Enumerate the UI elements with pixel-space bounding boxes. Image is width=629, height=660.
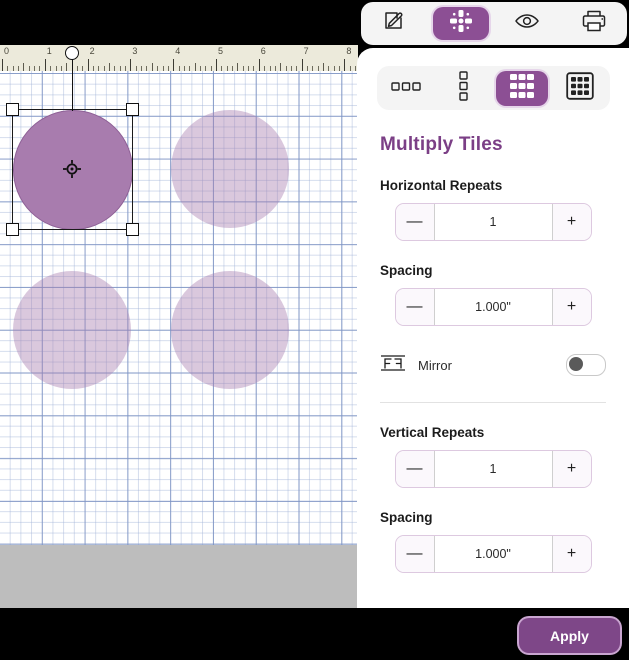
eye-icon xyxy=(514,11,540,36)
ruler-label: 7 xyxy=(303,46,309,56)
preview-tool-button[interactable] xyxy=(499,7,555,40)
horizontal-ruler: 0 1 2 3 4 5 6 7 8 xyxy=(0,45,358,72)
ruler-tick-marks: 0 1 2 3 4 5 6 7 8 xyxy=(0,45,358,71)
mirror-label: Mirror xyxy=(418,357,452,373)
layout-mode-segmented-control xyxy=(376,66,610,110)
transform-tool-button[interactable] xyxy=(432,7,489,40)
ruler-tick xyxy=(323,63,324,71)
ruler-tick xyxy=(301,59,303,71)
panel-title: Multiply Tiles xyxy=(380,134,503,155)
ruler-label: 6 xyxy=(260,46,266,56)
horizontal-repeats-value[interactable]: 1 xyxy=(435,204,552,240)
mirror-toggle[interactable] xyxy=(566,354,606,376)
ruler-tick xyxy=(216,59,217,71)
vertical-spacing-stepper: — 1.000" + xyxy=(394,535,592,573)
horizontal-spacing-stepper: — 1.000" + xyxy=(394,288,592,326)
ruler-tick xyxy=(280,63,282,71)
move-arrows-icon xyxy=(448,8,474,39)
vertical-spacing-value[interactable]: 1.000" xyxy=(435,536,552,572)
row-layout-button[interactable] xyxy=(380,71,432,106)
mirror-row: Mirror xyxy=(380,352,606,378)
pencil-square-icon xyxy=(382,9,406,38)
apply-button[interactable]: Apply xyxy=(519,618,620,653)
vertical-repeats-increment-button[interactable]: + xyxy=(551,451,591,487)
selection-handle-top-right[interactable] xyxy=(126,103,139,116)
vertical-spacing-decrement-button[interactable]: — xyxy=(395,536,435,572)
grid-layout-button[interactable] xyxy=(496,70,549,106)
ruler-tick xyxy=(66,63,68,71)
preview-circle-bottom-left xyxy=(13,271,131,389)
rotation-handle-stem xyxy=(71,57,74,111)
printer-icon xyxy=(581,9,607,38)
multiply-tiles-panel: Multiply Tiles Horizontal Repeats — 1 + … xyxy=(357,48,629,608)
ruler-tick xyxy=(344,59,346,71)
framed-grid-layout-button[interactable] xyxy=(554,71,606,106)
edit-tool-button[interactable] xyxy=(366,7,422,40)
vertical-spacing-label: Spacing xyxy=(380,510,433,525)
ruler-tick xyxy=(173,59,175,71)
ruler-tick xyxy=(44,59,46,71)
horizontal-spacing-decrement-button[interactable]: — xyxy=(395,289,435,325)
grid-nine-framed-icon xyxy=(566,71,595,105)
three-squares-row-icon xyxy=(390,79,421,97)
section-divider xyxy=(380,402,606,403)
ruler-tick xyxy=(130,59,132,71)
horizontal-repeats-increment-button[interactable]: + xyxy=(551,204,591,240)
horizontal-repeats-decrement-button[interactable]: — xyxy=(395,204,435,240)
ruler-label: 0 xyxy=(4,46,10,56)
ruler-tick xyxy=(151,63,153,71)
vertical-repeats-stepper: — 1 + xyxy=(394,450,592,488)
preview-circle-bottom-right xyxy=(171,271,289,389)
ruler-tick xyxy=(87,59,89,71)
horizontal-spacing-value[interactable]: 1.000" xyxy=(435,289,552,325)
three-squares-column-icon xyxy=(459,70,469,106)
selection-bounding-box xyxy=(12,109,133,230)
print-tool-button[interactable] xyxy=(566,7,622,40)
vertical-repeats-label: Vertical Repeats xyxy=(380,425,485,440)
horizontal-spacing-increment-button[interactable]: + xyxy=(551,289,591,325)
preview-circle-top-right xyxy=(171,110,289,228)
app-root: 0 1 2 3 4 5 6 7 8 Multiply Tiles Horizontal Repe… xyxy=(0,0,629,660)
ruler-tick xyxy=(258,59,260,71)
horizontal-repeats-label: Horizontal Repeats xyxy=(380,178,503,193)
selection-handle-bottom-right[interactable] xyxy=(126,223,139,236)
vertical-spacing-increment-button[interactable]: + xyxy=(551,536,591,572)
vertical-repeats-value[interactable]: 1 xyxy=(435,451,552,487)
ruler-label: 8 xyxy=(346,46,352,56)
canvas-bottom-gray-area xyxy=(0,545,358,608)
ruler-label: 1 xyxy=(46,46,52,56)
column-layout-button[interactable] xyxy=(438,70,490,106)
design-canvas[interactable]: 0 1 2 3 4 5 6 7 8 xyxy=(0,45,358,545)
ruler-label: 2 xyxy=(89,46,95,56)
horizontal-spacing-label: Spacing xyxy=(380,263,433,278)
canvas-grid-area[interactable] xyxy=(0,71,358,545)
selection-handle-top-left[interactable] xyxy=(6,103,19,116)
selection-handle-bottom-left[interactable] xyxy=(6,223,19,236)
ruler-label: 3 xyxy=(132,46,138,56)
horizontal-repeats-stepper: — 1 + xyxy=(394,203,592,241)
top-toolbar xyxy=(361,2,627,45)
ruler-tick xyxy=(23,63,25,71)
mirror-f-icon xyxy=(380,354,406,377)
ruler-label: 4 xyxy=(175,46,181,56)
grid-nine-icon xyxy=(508,72,536,105)
ruler-tick xyxy=(194,63,196,71)
rotation-handle-knob[interactable] xyxy=(65,46,79,60)
mirror-toggle-knob xyxy=(569,357,583,371)
ruler-tick xyxy=(2,59,3,71)
vertical-repeats-decrement-button[interactable]: — xyxy=(395,451,435,487)
ruler-tick xyxy=(237,63,239,71)
ruler-tick xyxy=(109,63,110,71)
ruler-label: 5 xyxy=(218,46,224,56)
